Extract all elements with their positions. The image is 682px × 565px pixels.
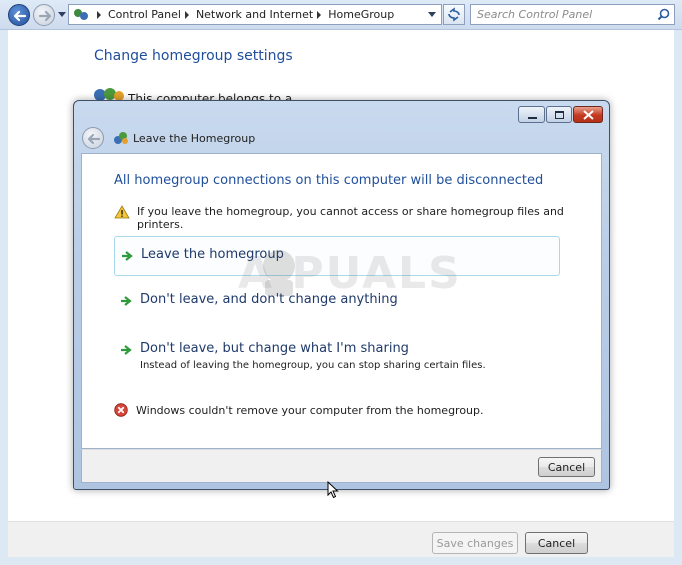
error-text: Windows couldn't remove your computer fr… (136, 404, 484, 417)
dialog-footer: Cancel (81, 449, 602, 483)
minimize-icon (528, 117, 537, 119)
dialog-body: All homegroup connections on this comput… (81, 153, 602, 449)
warning-icon (114, 205, 130, 219)
breadcrumb-separator-icon[interactable] (317, 10, 322, 19)
maximize-button[interactable] (546, 106, 572, 123)
breadcrumb-control-panel[interactable]: Control Panel (108, 8, 181, 21)
option-label: Don't leave, but change what I'm sharing (140, 341, 409, 356)
save-changes-button[interactable]: Save changes (432, 532, 518, 554)
page-title: Change homegroup settings (94, 48, 293, 64)
dialog-title: Leave the Homegroup (133, 132, 256, 145)
dialog-heading: All homegroup connections on this comput… (114, 173, 544, 188)
minimize-button[interactable] (518, 106, 545, 123)
maximize-icon (555, 111, 564, 119)
option-description: Instead of leaving the homegroup, you ca… (140, 360, 486, 371)
refresh-icon (448, 7, 460, 22)
refresh-button[interactable] (443, 4, 465, 25)
back-arrow-icon (87, 133, 101, 145)
address-dropdown-icon[interactable] (428, 12, 436, 17)
mouse-cursor-icon (327, 481, 339, 499)
error-icon (114, 403, 128, 417)
warning-text: If you leave the homegroup, you cannot a… (137, 205, 564, 231)
breadcrumb-separator-icon[interactable] (184, 10, 189, 19)
breadcrumb-network-and-internet[interactable]: Network and Internet (196, 8, 313, 21)
forward-button[interactable] (33, 4, 55, 26)
breadcrumb-homegroup[interactable]: HomeGroup (328, 8, 394, 21)
green-arrow-icon (121, 296, 132, 306)
forward-arrow-icon (38, 10, 52, 22)
search-placeholder: Search Control Panel (477, 8, 593, 21)
breadcrumb-separator-icon[interactable] (97, 10, 101, 19)
dialog-cancel-button[interactable]: Cancel (538, 457, 595, 477)
search-box[interactable]: Search Control Panel (470, 4, 675, 25)
dialog-header: Leave the Homegroup (82, 127, 603, 151)
close-icon (583, 110, 594, 120)
recent-pages-chevron-icon[interactable] (58, 12, 66, 17)
dialog-back-button[interactable] (82, 127, 104, 149)
address-bar[interactable]: Control Panel Network and Internet HomeG… (68, 4, 442, 25)
back-button[interactable] (8, 4, 30, 26)
green-arrow-icon (121, 345, 132, 355)
close-button[interactable] (573, 106, 603, 123)
back-arrow-icon (13, 10, 27, 22)
watermark-mascot-icon (263, 250, 295, 296)
dont-leave-option[interactable]: Don't leave, and don't change anything (114, 285, 560, 315)
cancel-button[interactable]: Cancel (525, 532, 588, 554)
search-icon[interactable] (657, 8, 670, 21)
address-toolbar: Control Panel Network and Internet HomeG… (0, 0, 682, 30)
change-sharing-option[interactable]: Don't leave, but change what I'm sharing… (114, 334, 560, 371)
green-arrow-icon (122, 251, 133, 261)
homegroup-icon (114, 132, 128, 144)
leave-homegroup-dialog: Leave the Homegroup All homegroup connec… (73, 100, 610, 490)
control-panel-icon (74, 8, 88, 20)
leave-homegroup-option[interactable]: Leave the homegroup (114, 236, 560, 276)
